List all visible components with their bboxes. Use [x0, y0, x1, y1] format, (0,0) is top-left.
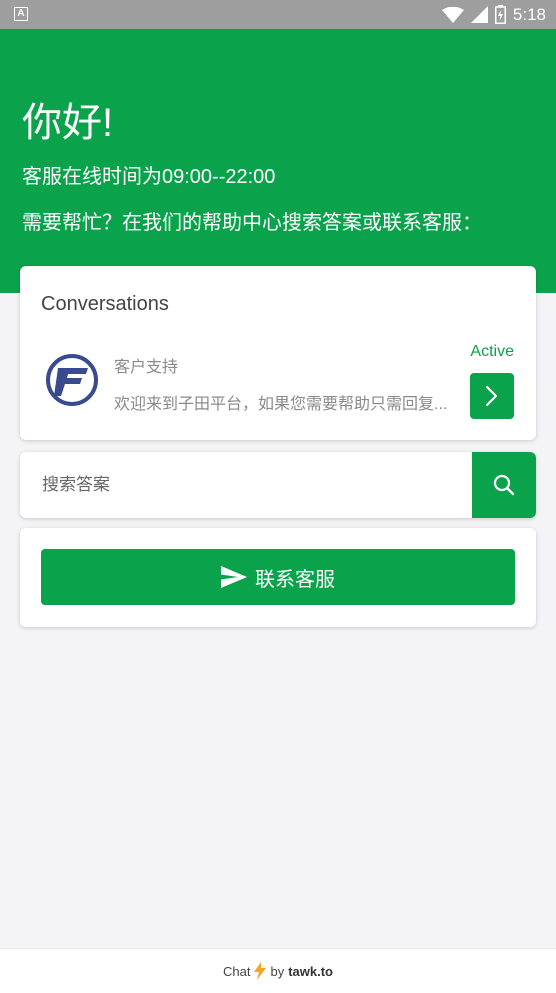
conversations-title: Conversations: [41, 293, 169, 315]
search-button[interactable]: [472, 452, 536, 518]
status-time: 5:18: [512, 4, 546, 24]
wifi-icon: [441, 6, 464, 23]
conversation-preview[interactable]: 欢迎来到子田平台，如果您需要帮助只需回复...: [114, 390, 470, 414]
search-icon: [493, 474, 515, 496]
send-icon: [221, 566, 247, 588]
search-card: [20, 452, 536, 518]
status-icons: 5:18: [441, 4, 546, 25]
open-conversation-button[interactable]: [470, 373, 514, 419]
service-hours: 客服在线时间为09:00--22:00: [22, 166, 276, 188]
search-input[interactable]: [20, 452, 470, 518]
conversation-name[interactable]: 客户支持: [114, 353, 178, 377]
notification-icon: A: [14, 7, 28, 21]
contact-card: 联系客服: [20, 528, 536, 627]
footer-chat-text: Chat: [223, 963, 251, 979]
greeting-title: 你好!: [22, 101, 114, 145]
conversation-status: Active: [470, 343, 514, 360]
conversations-card: Conversations 客户支持 欢迎来到子田平台，如果您需要帮助只需回复.…: [20, 266, 536, 440]
signal-icon: [470, 6, 488, 23]
status-bar: A 5:18: [0, 0, 556, 29]
contact-support-button[interactable]: 联系客服: [41, 549, 515, 605]
contact-support-label: 联系客服: [255, 568, 335, 591]
lightning-icon: [254, 962, 267, 980]
chevron-right-icon: [485, 385, 498, 407]
footer-by-text: by: [270, 963, 285, 979]
help-text: 需要帮忙？在我们的帮助中心搜索答案或联系客服：: [22, 212, 482, 234]
battery-icon: [494, 5, 506, 24]
footer-branding[interactable]: Chat by tawk.to: [0, 948, 556, 993]
footer-brand[interactable]: tawk.to: [288, 964, 333, 979]
company-logo-avatar: [46, 354, 98, 406]
